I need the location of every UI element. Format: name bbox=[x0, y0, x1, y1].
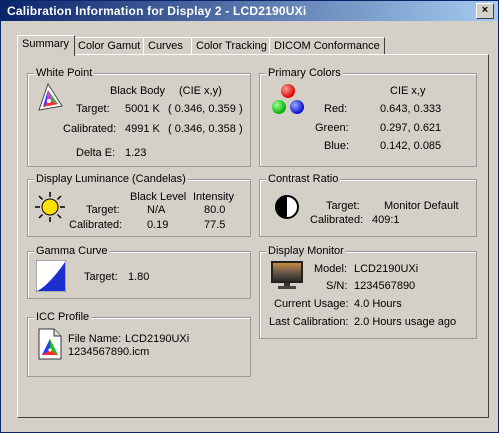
lum-calibrated-intensity: 77.5 bbox=[204, 219, 226, 231]
luminance-title: Display Luminance (Candelas) bbox=[34, 173, 188, 185]
pc-red-value: 0.643, 0.333 bbox=[380, 103, 442, 115]
contrast-calibrated-value: 409:1 bbox=[372, 214, 400, 226]
wp-col-cie: (CIE x,y) bbox=[179, 85, 222, 97]
luminance-group: Display Luminance (Candelas) Black Level… bbox=[27, 173, 251, 237]
pc-col-cie: CIE x,y bbox=[390, 85, 426, 97]
rgb-primaries-icon bbox=[272, 84, 304, 114]
monitor-group: Display Monitor Model: LCD2190UXi S/N: 1… bbox=[259, 245, 477, 339]
calibration-info-window: Calibration Information for Display 2 - … bbox=[0, 0, 499, 433]
lum-target-intensity: 80.0 bbox=[204, 204, 226, 216]
lum-target-label: Target: bbox=[86, 204, 120, 216]
wp-target-xy: ( 0.346, 0.359 ) bbox=[168, 103, 243, 115]
wp-target-k: 5001 K bbox=[125, 103, 160, 115]
close-button[interactable]: × bbox=[476, 3, 494, 19]
contrast-title: Contrast Ratio bbox=[266, 173, 341, 185]
monitor-sn-label: S/N: bbox=[326, 280, 348, 292]
contrast-group: Contrast Ratio Target: Monitor Default C… bbox=[259, 173, 477, 237]
lum-col-black: Black Level bbox=[130, 191, 187, 203]
monitor-sn-value: 1234567890 bbox=[354, 280, 416, 292]
monitor-model-value: LCD2190UXi bbox=[354, 263, 419, 275]
tab-dicom-conformance[interactable]: DICOM Conformance bbox=[269, 37, 385, 55]
icc-file-label: File Name: bbox=[68, 333, 122, 345]
monitor-model-label: Model: bbox=[314, 263, 348, 275]
primary-colors-group: Primary Colors CIE x,y Red: 0.643, 0.333… bbox=[259, 67, 477, 167]
contrast-calibrated-label: Calibrated: bbox=[310, 214, 364, 226]
monitor-title: Display Monitor bbox=[266, 245, 346, 257]
monitor-usage-label: Current Usage: bbox=[274, 298, 349, 310]
icc-title: ICC Profile bbox=[34, 311, 92, 323]
tab-curves[interactable]: Curves bbox=[143, 37, 193, 55]
pc-blue-value: 0.142, 0.085 bbox=[380, 140, 442, 152]
monitor-lastcal-value: 2.0 Hours usage ago bbox=[354, 316, 457, 328]
title-bar[interactable]: Calibration Information for Display 2 - … bbox=[1, 1, 498, 21]
monitor-usage-value: 4.0 Hours bbox=[354, 298, 402, 310]
pc-green-label: Green: bbox=[315, 122, 349, 134]
color-gamut-icon bbox=[38, 82, 63, 111]
gamma-title: Gamma Curve bbox=[34, 245, 110, 257]
lum-target-black: N/A bbox=[147, 204, 166, 216]
icc-file-value: LCD2190UXi bbox=[125, 333, 190, 345]
wp-col-black-body: Black Body bbox=[110, 85, 166, 97]
pc-green-value: 0.297, 0.621 bbox=[380, 122, 442, 134]
tab-color-gamut[interactable]: Color Gamut bbox=[73, 37, 145, 55]
tab-summary[interactable]: Summary bbox=[17, 35, 75, 56]
white-point-group: White Point Black Body (CIE x,y) Target:… bbox=[27, 67, 251, 167]
wp-target-label: Target: bbox=[76, 103, 110, 115]
lum-calibrated-black: 0.19 bbox=[147, 219, 169, 231]
icc-file-icon bbox=[38, 328, 62, 360]
icc-file-line2: 1234567890.icm bbox=[68, 346, 150, 358]
lum-col-intensity: Intensity bbox=[193, 191, 234, 203]
wp-delta-value: 1.23 bbox=[125, 147, 147, 159]
monitor-icon bbox=[271, 261, 303, 289]
wp-delta-label: Delta E: bbox=[76, 147, 116, 159]
contrast-target-value: Monitor Default bbox=[384, 200, 459, 212]
window-title: Calibration Information for Display 2 - … bbox=[7, 4, 307, 18]
gamma-target-label: Target: bbox=[84, 271, 118, 283]
gamma-target-value: 1.80 bbox=[128, 271, 150, 283]
pc-red-label: Red: bbox=[324, 103, 348, 115]
gamma-group: Gamma Curve Target: 1.80 bbox=[27, 245, 251, 299]
wp-calibrated-xy: ( 0.346, 0.358 ) bbox=[168, 123, 243, 135]
contrast-icon bbox=[275, 195, 299, 219]
lum-calibrated-label: Calibrated: bbox=[69, 219, 123, 231]
monitor-lastcal-label: Last Calibration: bbox=[269, 316, 349, 328]
tab-color-tracking[interactable]: Color Tracking bbox=[191, 37, 271, 55]
primary-colors-title: Primary Colors bbox=[266, 67, 343, 79]
wp-calibrated-label: Calibrated: bbox=[63, 123, 117, 135]
gamma-curve-icon bbox=[36, 260, 66, 292]
pc-blue-label: Blue: bbox=[324, 140, 350, 152]
contrast-target-label: Target: bbox=[326, 200, 360, 212]
white-point-title: White Point bbox=[34, 67, 95, 79]
wp-calibrated-k: 4991 K bbox=[125, 123, 160, 135]
icc-profile-group: ICC Profile File Name: LCD2190UXi 123456… bbox=[27, 311, 251, 377]
sun-icon bbox=[35, 192, 65, 222]
